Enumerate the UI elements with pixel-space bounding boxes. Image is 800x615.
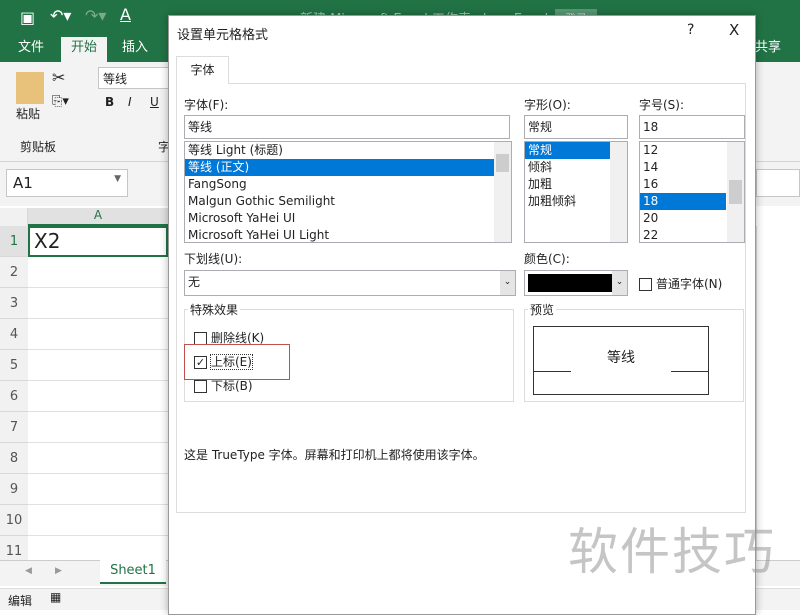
redo-icon[interactable]: ↷▾ [85,6,106,25]
row-header[interactable]: 4 [0,319,28,350]
close-button[interactable]: X [729,21,739,39]
tab-font[interactable]: 字体 [176,56,229,84]
size-input[interactable]: 18 [639,115,745,139]
style-list[interactable]: 常规 倾斜 加粗 加粗倾斜 [524,141,628,243]
info-text: 这是 TrueType 字体。屏幕和打印机上都将使用该字体。 [184,448,485,462]
help-button[interactable]: ? [687,22,694,38]
tab-home[interactable]: 开始 [61,37,108,62]
paste-icon[interactable] [16,72,44,104]
macro-record-icon[interactable]: ▦ [50,590,61,604]
normal-font-checkbox[interactable]: 普通字体(N) [639,275,722,292]
font-color-icon[interactable]: A [120,5,131,24]
font-list[interactable]: 等线 Light (标题) 等线 (正文) FangSong Malgun Gothi… [184,141,512,243]
sheet-tab-sheet1[interactable]: Sheet1 [100,560,166,584]
list-item[interactable]: 20 [640,210,726,227]
cell[interactable] [28,474,168,505]
status-mode: 编辑 [8,594,33,608]
list-item[interactable]: 18 [640,193,726,210]
row-header[interactable]: 3 [0,288,28,319]
preview-box: 等线 [533,326,709,395]
checkbox-icon [194,380,207,393]
font-label: 字体(F): [184,98,229,112]
preview-label: 预览 [528,301,557,318]
clipboard-group-label: 剪贴板 [20,140,57,154]
list-item[interactable]: Malgun Gothic Semilight [185,193,511,210]
list-item[interactable]: 常规 [525,142,613,159]
list-item[interactable]: 倾斜 [525,159,613,176]
normal-font-label: 普通字体(N) [656,277,723,291]
preview-text: 等线 [607,350,635,366]
underline-value: 无 [188,275,201,289]
cell-a1[interactable]: X2 [28,226,168,257]
chevron-down-icon: ⌄ [500,271,515,295]
row-header[interactable]: 1 [0,226,28,257]
cell[interactable] [28,319,168,350]
row-header[interactable]: 9 [0,474,28,505]
list-item[interactable]: Microsoft YaHei UI [185,210,511,227]
dialog-title: 设置单元格格式 [177,28,269,43]
effects-label: 特殊效果 [188,301,241,318]
underline-button[interactable]: U [150,95,159,109]
list-item[interactable]: 加粗倾斜 [525,193,613,210]
sheet-nav-right-icon[interactable]: ▶ [55,566,62,576]
row-header[interactable]: 8 [0,443,28,474]
underline-label: 下划线(U): [184,252,243,266]
cell[interactable] [28,257,168,288]
italic-button[interactable]: I [128,95,132,109]
size-label: 字号(S): [639,98,685,112]
subscript-label: 下标(B) [211,379,253,393]
underline-select[interactable]: 无 ⌄ [184,270,516,296]
list-item[interactable]: 14 [640,159,726,176]
style-label: 字形(O): [524,98,571,112]
chevron-down-icon: ⌄ [612,271,627,295]
formula-input[interactable] [756,169,800,197]
color-label: 颜色(C): [524,252,570,266]
checkbox-icon [639,278,652,291]
row-header[interactable]: 2 [0,257,28,288]
cut-icon[interactable]: ✂ [52,68,65,87]
strikethrough-label: 删除线(K) [211,331,265,345]
font-name-box[interactable]: 等线 [98,67,170,89]
paste-button[interactable]: 粘贴 [16,105,40,122]
name-box[interactable]: A1 ▼ [6,169,128,197]
row-header[interactable]: 5 [0,350,28,381]
bold-button[interactable]: B [105,95,114,109]
watermark: 软件技巧 [568,523,776,581]
select-all[interactable] [0,208,28,226]
grid-right [756,226,800,560]
undo-icon[interactable]: ↶▾ [50,6,71,25]
save-icon[interactable]: ▣ [20,8,35,27]
share-button[interactable]: 共享 [755,37,781,62]
color-select[interactable]: ⌄ [524,270,628,296]
row-header[interactable]: 10 [0,505,28,536]
list-item[interactable]: Microsoft YaHei UI Light [185,227,511,242]
cell[interactable] [28,381,168,412]
sheet-nav-left-icon[interactable]: ◀ [25,566,32,576]
list-item[interactable]: 加粗 [525,176,613,193]
copy-icon[interactable]: ⎘▾ [52,94,69,109]
list-item[interactable]: 等线 Light (标题) [185,142,511,159]
highlight-box [184,344,290,380]
tab-file[interactable]: 文件 [18,37,44,62]
name-box-value: A1 [13,174,33,192]
row-header[interactable]: 7 [0,412,28,443]
style-input[interactable]: 常规 [524,115,628,139]
cell[interactable] [28,443,168,474]
cell[interactable] [28,350,168,381]
list-item[interactable]: 22 [640,227,726,242]
size-list[interactable]: 12 14 16 18 20 22 [639,141,745,243]
list-item[interactable]: 16 [640,176,726,193]
cell[interactable] [28,288,168,319]
tab-insert[interactable]: 插入 [122,37,148,62]
column-header-a[interactable]: A [28,208,168,226]
list-item[interactable]: 12 [640,142,726,159]
cell[interactable] [28,412,168,443]
list-item[interactable]: FangSong [185,176,511,193]
color-swatch [528,274,613,292]
list-item[interactable]: 等线 (正文) [185,159,511,176]
cell[interactable] [28,505,168,536]
row-header[interactable]: 6 [0,381,28,412]
font-input[interactable]: 等线 [184,115,510,139]
font-list-scrollbar[interactable] [494,142,511,242]
